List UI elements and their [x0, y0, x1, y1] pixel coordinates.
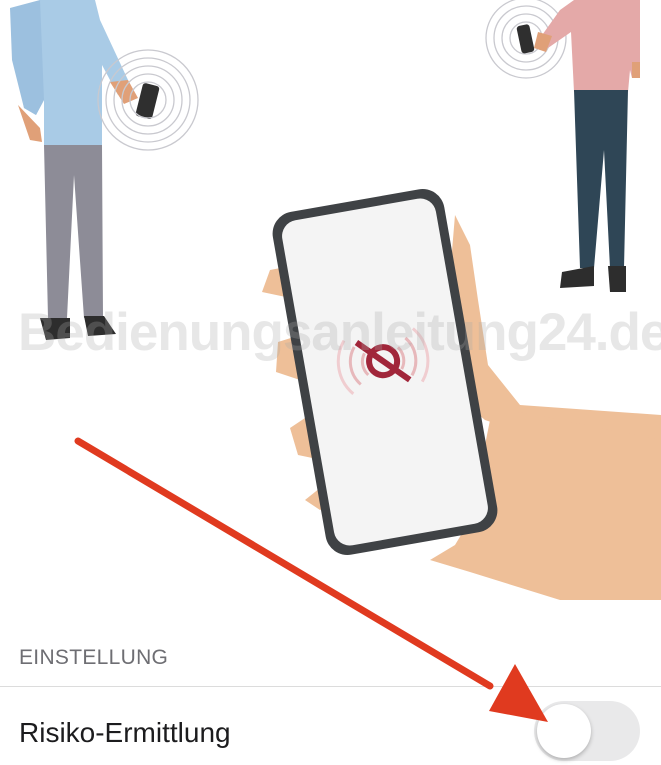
- person-right: [485, 0, 640, 292]
- setting-label: Risiko-Ermittlung: [19, 717, 231, 748]
- hand-with-phone: [262, 189, 661, 600]
- toggle-knob[interactable]: [537, 704, 591, 758]
- risk-detection-toggle[interactable]: [534, 701, 640, 761]
- people-with-phones-illustration: [10, 0, 661, 600]
- phone-icon: [135, 83, 160, 120]
- setting-row-risk-detection: Risiko-Ermittlung: [0, 687, 661, 765]
- onboarding-illustration: [0, 0, 661, 612]
- phone-icon: [516, 24, 535, 54]
- person-left: [10, 0, 199, 340]
- section-header: EINSTELLUNG: [19, 646, 169, 669]
